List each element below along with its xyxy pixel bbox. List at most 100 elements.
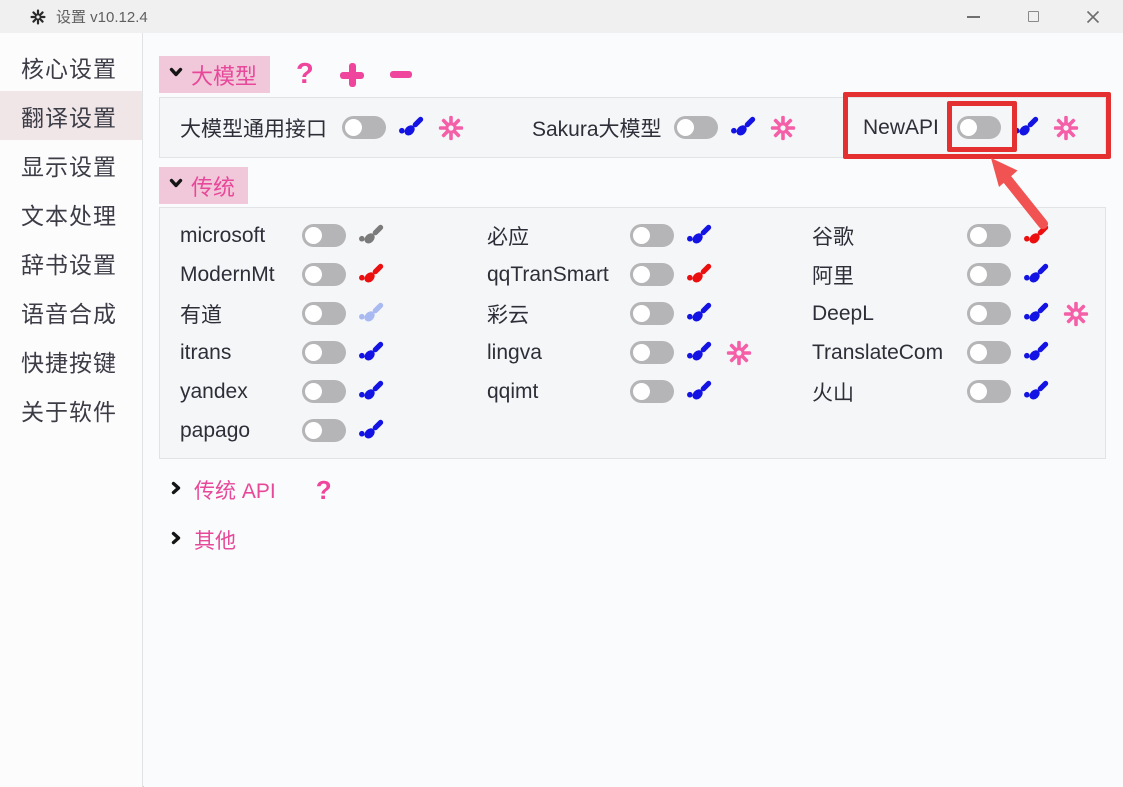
- sidebar-item-关于软件[interactable]: 关于软件: [0, 385, 142, 434]
- sidebar-item-翻译设置[interactable]: 翻译设置: [0, 91, 142, 140]
- window-title: 设置 v10.12.4: [56, 6, 148, 27]
- gear-icon[interactable]: [438, 115, 464, 141]
- toggle-switch[interactable]: [957, 116, 1001, 139]
- chevron-right-icon: [168, 480, 184, 501]
- toggle-knob: [970, 227, 987, 244]
- maximize-icon: [1028, 11, 1039, 22]
- service-row-itrans: itrans: [180, 333, 387, 372]
- brush-icon[interactable]: [358, 338, 387, 367]
- brush-icon[interactable]: [730, 113, 759, 142]
- gear-icon[interactable]: [770, 115, 796, 141]
- toggle-switch[interactable]: [630, 302, 674, 325]
- toggle-switch[interactable]: [630, 380, 674, 403]
- brush-icon[interactable]: [358, 299, 387, 328]
- brush-icon[interactable]: [1023, 260, 1052, 289]
- brush-icon[interactable]: [1023, 377, 1052, 406]
- toggle-switch[interactable]: [302, 380, 346, 403]
- plus-icon[interactable]: [340, 63, 364, 87]
- toggle-switch[interactable]: [302, 224, 346, 247]
- toggle-knob: [305, 422, 322, 439]
- section-label: 其他: [194, 525, 236, 555]
- help-icon[interactable]: ?: [316, 477, 332, 503]
- service-label: 有道: [180, 299, 290, 329]
- toggle-switch[interactable]: [630, 224, 674, 247]
- toggle-switch[interactable]: [967, 380, 1011, 403]
- section-header-traditional-api[interactable]: 传统 API ?: [168, 473, 332, 507]
- toggle-switch[interactable]: [967, 263, 1011, 286]
- maximize-button[interactable]: [1003, 0, 1063, 33]
- toggle-switch[interactable]: [630, 263, 674, 286]
- service-row-火山: 火山: [812, 372, 1089, 411]
- minimize-button[interactable]: [943, 0, 1003, 33]
- brush-icon[interactable]: [358, 377, 387, 406]
- gear-icon: [30, 9, 46, 25]
- sidebar: 核心设置翻译设置显示设置文本处理辞书设置语音合成快捷按键关于软件: [0, 33, 143, 787]
- toggle-knob: [970, 344, 987, 361]
- service-row-DeepL: DeepL: [812, 294, 1089, 333]
- section-label: 传统 API: [194, 475, 276, 505]
- brush-icon[interactable]: [1013, 113, 1042, 142]
- brush-icon[interactable]: [358, 221, 387, 250]
- service-row-彩云: 彩云: [487, 294, 752, 333]
- service-label: 必应: [487, 221, 618, 251]
- toggle-knob: [970, 305, 987, 322]
- sidebar-item-核心设置[interactable]: 核心设置: [0, 42, 142, 91]
- toggle-switch[interactable]: [302, 419, 346, 442]
- service-label: microsoft: [180, 224, 290, 248]
- section-header-traditional[interactable]: 传统: [159, 167, 248, 204]
- brush-icon[interactable]: [686, 377, 715, 406]
- chevron-down-icon: [168, 64, 184, 85]
- service-row-NewAPI: NewAPI: [863, 98, 1079, 157]
- toggle-switch[interactable]: [967, 224, 1011, 247]
- toggle-switch[interactable]: [674, 116, 718, 139]
- minus-icon[interactable]: [390, 71, 412, 78]
- service-row-qqTranSmart: qqTranSmart: [487, 255, 752, 294]
- toggle-knob: [633, 266, 650, 283]
- brush-icon[interactable]: [398, 113, 427, 142]
- toggle-switch[interactable]: [302, 302, 346, 325]
- gear-icon[interactable]: [1063, 301, 1089, 327]
- gear-icon[interactable]: [726, 340, 752, 366]
- service-label: 阿里: [812, 260, 955, 290]
- service-label: 谷歌: [812, 221, 955, 251]
- brush-icon[interactable]: [1023, 338, 1052, 367]
- chevron-right-icon: [168, 530, 184, 551]
- toggle-switch[interactable]: [630, 341, 674, 364]
- brush-icon[interactable]: [358, 416, 387, 445]
- help-icon[interactable]: ?: [296, 60, 314, 89]
- window-controls: [943, 0, 1123, 33]
- toggle-switch[interactable]: [342, 116, 386, 139]
- sidebar-item-语音合成[interactable]: 语音合成: [0, 287, 142, 336]
- toggle-switch[interactable]: [967, 341, 1011, 364]
- service-label: 火山: [812, 377, 955, 407]
- close-icon: [1086, 10, 1100, 24]
- service-label: TranslateCom: [812, 341, 955, 365]
- brush-icon[interactable]: [686, 299, 715, 328]
- toggle-switch[interactable]: [967, 302, 1011, 325]
- titlebar: 设置 v10.12.4: [0, 0, 1123, 33]
- service-label: papago: [180, 419, 290, 443]
- toggle-switch[interactable]: [302, 263, 346, 286]
- main-panel: 大模型 ? 大模型通用接口Sakura大模型NewAPI 传统 microsof…: [144, 33, 1123, 787]
- service-label: Sakura大模型: [532, 113, 662, 143]
- section-header-llm[interactable]: 大模型: [159, 56, 270, 93]
- brush-icon[interactable]: [686, 221, 715, 250]
- brush-icon[interactable]: [1023, 221, 1052, 250]
- close-button[interactable]: [1063, 0, 1123, 33]
- brush-icon[interactable]: [686, 260, 715, 289]
- gear-icon[interactable]: [1053, 115, 1079, 141]
- sidebar-item-辞书设置[interactable]: 辞书设置: [0, 238, 142, 287]
- sidebar-item-文本处理[interactable]: 文本处理: [0, 189, 142, 238]
- toggle-switch[interactable]: [302, 341, 346, 364]
- sidebar-item-显示设置[interactable]: 显示设置: [0, 140, 142, 189]
- brush-icon[interactable]: [686, 338, 715, 367]
- service-label: qqTranSmart: [487, 263, 618, 287]
- service-label: 彩云: [487, 299, 618, 329]
- brush-icon[interactable]: [1023, 299, 1052, 328]
- service-row-有道: 有道: [180, 294, 387, 333]
- section-header-other[interactable]: 其他: [168, 523, 236, 557]
- service-row-microsoft: microsoft: [180, 216, 387, 255]
- sidebar-item-快捷按键[interactable]: 快捷按键: [0, 336, 142, 385]
- brush-icon[interactable]: [358, 260, 387, 289]
- service-label: ModernMt: [180, 263, 290, 287]
